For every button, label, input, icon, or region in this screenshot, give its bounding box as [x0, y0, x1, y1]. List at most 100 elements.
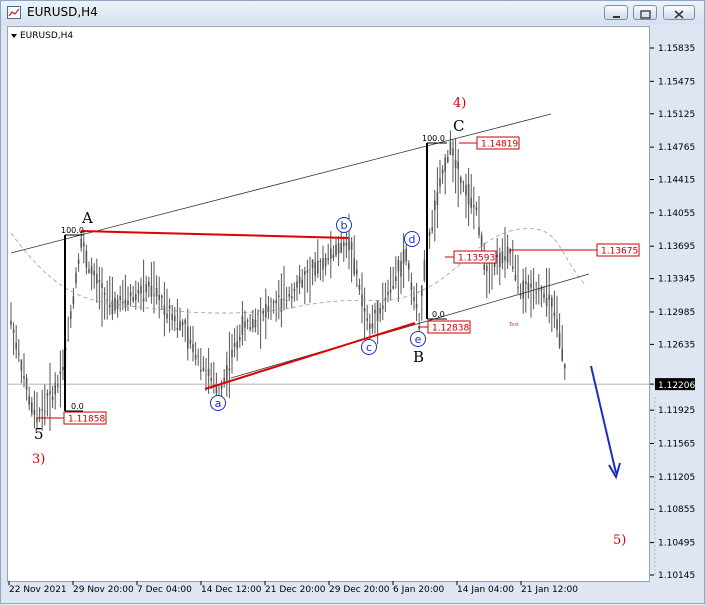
candle-body [452, 148, 454, 156]
candle-body [98, 279, 101, 283]
candle-body [499, 252, 501, 268]
wave-label-5-target: 5) [613, 533, 626, 548]
candle-body [384, 298, 387, 302]
wave-label-4: 4) [453, 96, 466, 111]
price-box-label: 1.11858 [68, 415, 105, 425]
candle-body [358, 284, 361, 290]
fib-label: 100.0 [61, 226, 84, 235]
channel-lower-line [230, 273, 590, 379]
y-axis-label: 1.13345 [658, 275, 695, 285]
candle-body [23, 376, 25, 379]
candle-body [545, 297, 548, 306]
candle-body [119, 295, 121, 301]
candle-body [280, 298, 283, 312]
candle-body [298, 276, 301, 284]
candle-body [366, 318, 368, 321]
candle-body [340, 243, 342, 253]
candle-body [41, 408, 43, 411]
candle-body [457, 161, 459, 169]
x-axis-label: 29 Nov 20:00 [73, 585, 134, 595]
candle-body [90, 266, 93, 274]
candle-body [129, 292, 132, 297]
candle-body [168, 305, 171, 309]
y-axis-label: 1.14415 [658, 176, 695, 186]
y-axis-label: 1.12985 [658, 308, 695, 318]
candle-body [337, 243, 340, 254]
candle-body [72, 296, 75, 305]
y-axis-label: 1.10855 [658, 505, 695, 515]
x-axis-label: 22 Nov 2021 [9, 585, 67, 595]
candle-body [374, 309, 376, 314]
x-axis-label: 21 Jan 12:00 [521, 585, 578, 595]
candle-body [519, 294, 522, 296]
wave-label-C: C [453, 117, 464, 135]
candle-body [376, 300, 379, 321]
candle-body [114, 297, 116, 311]
candle-body [189, 339, 192, 344]
candle-body [106, 299, 108, 301]
candle-body [556, 319, 558, 330]
candle-body [262, 310, 264, 314]
candle-body [496, 254, 498, 258]
candle-body [465, 184, 467, 196]
candle-body [88, 269, 90, 273]
price-box-label: 1.13593 [458, 254, 495, 264]
candle-body [434, 200, 436, 210]
candle-body [83, 242, 85, 247]
wave-circled-c: c [366, 341, 372, 354]
candle-body [345, 242, 348, 246]
candle-body [527, 282, 530, 291]
candle-body [415, 303, 418, 309]
candle-body [317, 260, 319, 274]
y-axis-label: 1.14055 [658, 209, 695, 219]
candle-body [436, 192, 439, 206]
candle-body [272, 301, 275, 304]
candle-body [501, 251, 504, 264]
wave-label-3: 3) [32, 452, 45, 467]
candle-body [454, 159, 457, 169]
candle-body [179, 321, 181, 331]
candle-body [93, 271, 95, 276]
candle-body [564, 363, 566, 369]
candle-body [246, 320, 249, 322]
wave-label-B: B [413, 348, 424, 366]
candle-body [233, 343, 236, 347]
candle-body [226, 364, 228, 381]
x-axis-label: 14 Dec 12:00 [201, 585, 262, 595]
candle-body [38, 410, 41, 412]
current-price-label: 1.12206 [658, 381, 695, 391]
candle-body [548, 294, 550, 301]
fib-label: 0.0 [71, 402, 84, 411]
candle-body [478, 227, 480, 236]
candle-body [382, 305, 384, 309]
candle-body [506, 246, 509, 263]
y-axis-label: 1.10495 [658, 539, 695, 549]
candle-body [192, 343, 194, 352]
y-axis-label: 1.15125 [658, 110, 695, 120]
triangle-upper-line [80, 230, 349, 239]
candle-body [158, 295, 160, 301]
candle-body [470, 197, 472, 208]
text-marker: Text [508, 322, 519, 328]
candle-body [413, 296, 415, 302]
candle-body [551, 297, 553, 307]
price-box-label: 1.14819 [481, 140, 518, 150]
candle-body [431, 227, 433, 231]
candle-body [285, 300, 288, 302]
candle-body [486, 265, 488, 272]
x-axis-label: 7 Dec 04:00 [137, 585, 192, 595]
candle-body [462, 182, 465, 183]
candle-body [379, 308, 381, 314]
candle-body [187, 326, 189, 349]
candle-body [197, 355, 199, 357]
candle-body [111, 300, 114, 315]
candle-body [148, 281, 150, 287]
candle-body [163, 305, 166, 315]
candle-body [46, 393, 49, 396]
candle-body [44, 410, 46, 412]
triangle-down-icon[interactable] [10, 32, 18, 40]
candle-body [332, 254, 335, 258]
candle-body [291, 296, 293, 299]
candle-body [444, 157, 446, 172]
candle-body [239, 336, 241, 341]
